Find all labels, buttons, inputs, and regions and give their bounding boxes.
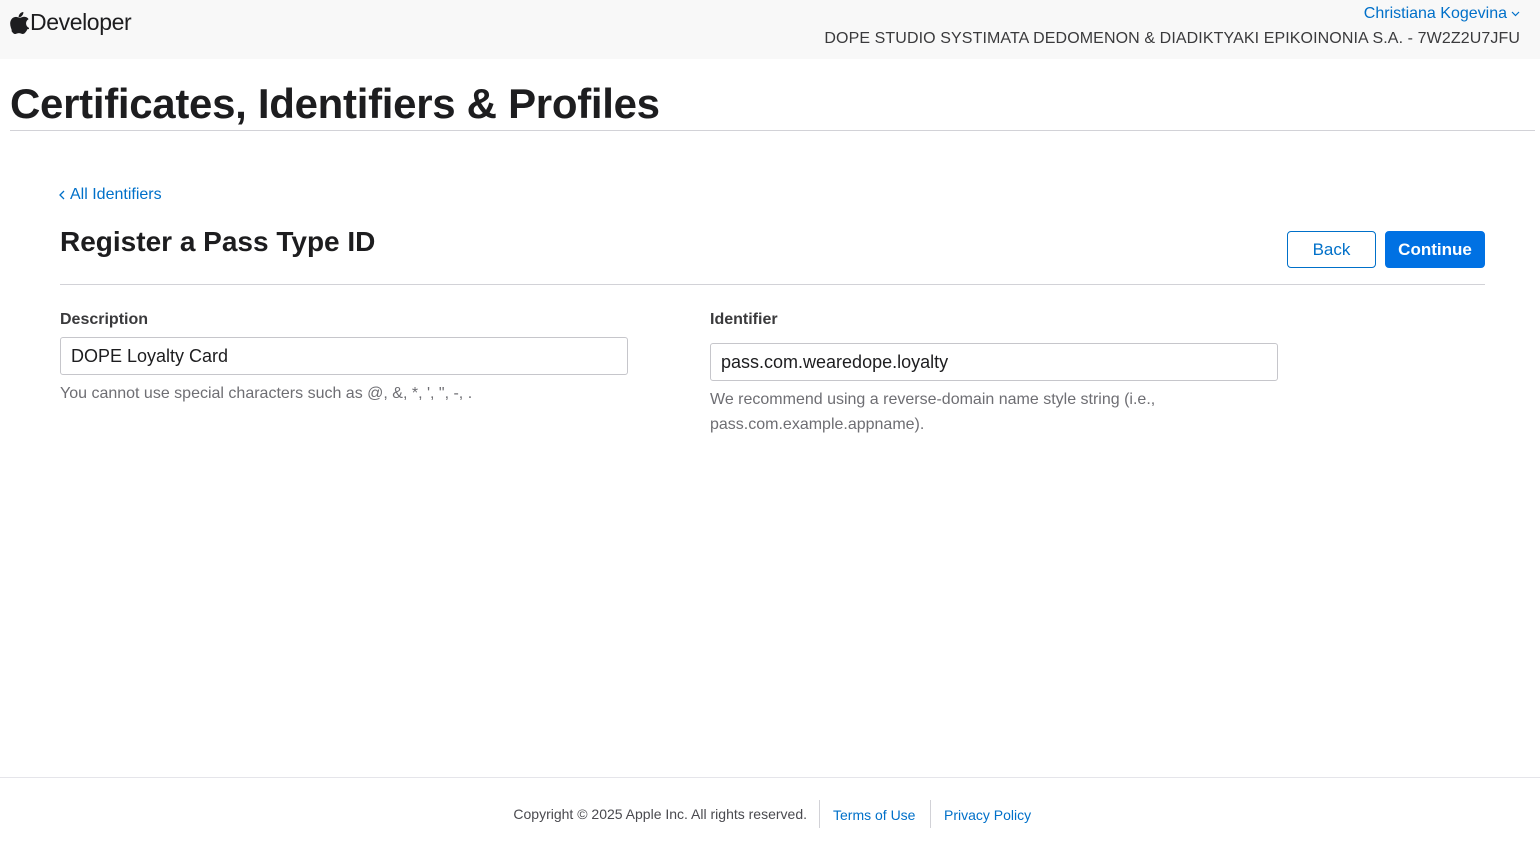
developer-home-link[interactable]: Developer bbox=[10, 9, 132, 36]
footer: Copyright © 2025 Apple Inc. All rights r… bbox=[0, 778, 1540, 861]
chevron-left-icon bbox=[59, 190, 65, 200]
section-title: Register a Pass Type ID bbox=[60, 226, 376, 257]
continue-button[interactable]: Continue bbox=[1385, 231, 1485, 268]
privacy-policy-link[interactable]: Privacy Policy bbox=[944, 807, 1031, 823]
description-helper: You cannot use special characters such a… bbox=[60, 385, 473, 402]
chevron-down-icon bbox=[1511, 11, 1520, 17]
description-input[interactable] bbox=[60, 337, 628, 375]
all-identifiers-label: All Identifiers bbox=[70, 186, 162, 203]
footer-separator bbox=[819, 800, 820, 828]
identifier-helper: We recommend using a reverse-domain name… bbox=[710, 391, 1156, 433]
apple-logo-icon bbox=[10, 11, 29, 34]
copyright-text: Copyright © 2025 Apple Inc. All rights r… bbox=[513, 806, 807, 822]
all-identifiers-link[interactable]: All Identifiers bbox=[59, 186, 162, 204]
account-name: Christiana Kogevina bbox=[1363, 5, 1507, 22]
identifier-label: Identifier bbox=[710, 311, 778, 328]
account-menu[interactable]: Christiana Kogevina bbox=[1364, 5, 1520, 23]
title-divider bbox=[10, 130, 1535, 131]
back-button[interactable]: Back bbox=[1287, 231, 1376, 268]
team-name: DOPE STUDIO SYSTIMATA DEDOMENON & DIADIK… bbox=[824, 30, 1520, 47]
section-divider bbox=[60, 284, 1485, 285]
identifier-input[interactable] bbox=[710, 343, 1278, 381]
global-header: Developer Christiana Kogevina DOPE STUDI… bbox=[0, 0, 1540, 59]
description-label: Description bbox=[60, 311, 149, 328]
page-title: Certificates, Identifiers & Profiles bbox=[10, 80, 660, 127]
footer-separator bbox=[930, 800, 931, 828]
terms-of-use-link[interactable]: Terms of Use bbox=[833, 807, 915, 823]
brand-label: Developer bbox=[30, 9, 132, 35]
